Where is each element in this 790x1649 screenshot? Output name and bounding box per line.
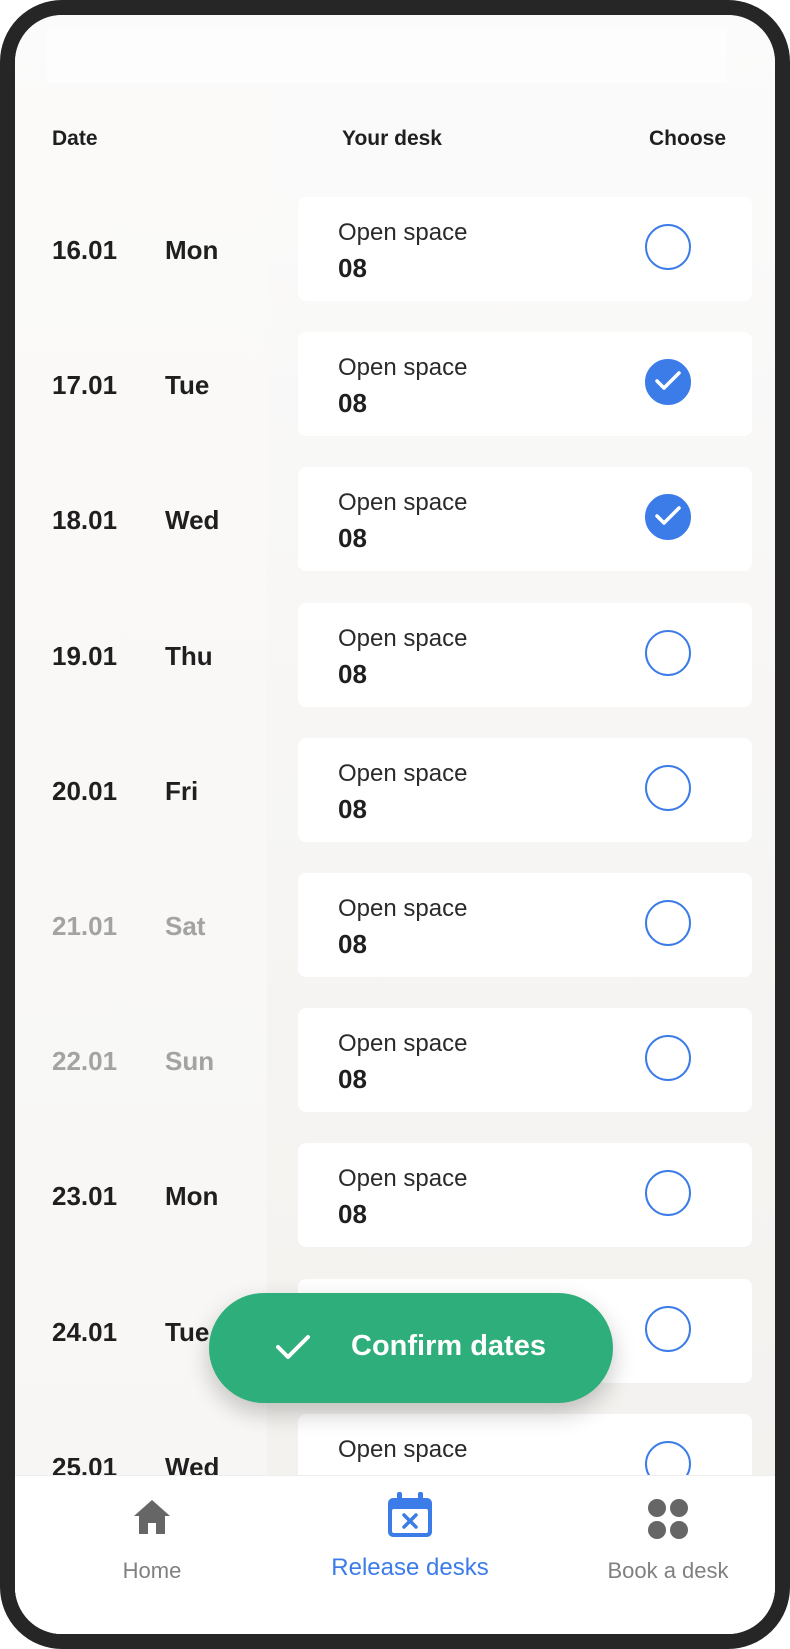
list-item: 21.01 Sat Open space 08: [15, 873, 775, 977]
confirm-dates-label: Confirm dates: [351, 1330, 546, 1362]
nav-book-a-desk[interactable]: Book a desk: [558, 1476, 775, 1634]
row-day: Fri: [165, 775, 199, 806]
checkmark-icon: [655, 506, 681, 526]
checkmark-icon: [275, 1333, 311, 1364]
screen: Date Your desk Choose 16.01 Mon Open space…: [15, 15, 775, 1634]
phone-frame: Date Your desk Choose 16.01 Mon Open space…: [0, 0, 790, 1649]
header-date: Date: [52, 127, 98, 150]
checkbox-unchecked[interactable]: [645, 764, 691, 811]
row-day: Wed: [165, 505, 220, 536]
date-column-background: [15, 85, 267, 1634]
row-day: Thu: [165, 640, 213, 671]
desk-number: 08: [338, 253, 367, 283]
desk-space-name: Open space: [338, 895, 468, 922]
nav-release-desks-label: Release desks: [331, 1554, 489, 1581]
checkbox-checked[interactable]: [645, 359, 691, 406]
row-date: 23.01: [52, 1181, 118, 1212]
desk-card[interactable]: Open space 08: [298, 1143, 752, 1248]
row-date: 21.01: [52, 911, 118, 941]
nav-book-a-desk-label: Book a desk: [607, 1558, 729, 1583]
nav-release-desks[interactable]: Release desks: [300, 1476, 520, 1634]
desk-space-name: Open space: [338, 1165, 468, 1193]
row-date: 18.01: [52, 505, 118, 536]
checkbox-unchecked[interactable]: [645, 224, 691, 270]
desk-space-name: Open space: [338, 624, 468, 652]
confirm-dates-button[interactable]: Confirm dates: [209, 1293, 613, 1403]
row-date: 20.01: [52, 775, 118, 806]
row-date: 22.01: [52, 1046, 118, 1077]
desk-card[interactable]: Open space 08: [298, 332, 752, 437]
table-header: Date Your desk Choose: [15, 127, 775, 157]
list-item: 20.01 Fri Open space 08: [15, 737, 775, 842]
nav-home-label: Home: [122, 1558, 182, 1583]
row-day: Sat: [165, 911, 206, 941]
desk-space-name: Open space: [338, 219, 468, 246]
row-date: 19.01: [52, 640, 118, 671]
list-item: 16.01 Mon Open space 08: [15, 197, 775, 301]
desk-number: 08: [338, 388, 367, 419]
checkbox-unchecked[interactable]: [645, 1170, 691, 1217]
grid-dots-icon: [647, 1498, 689, 1545]
row-day: Mon: [165, 1181, 219, 1212]
list-item: 19.01 Thu Open space 08: [15, 602, 775, 707]
desk-card[interactable]: Open space 08: [298, 467, 752, 572]
row-day: Tue: [165, 370, 210, 401]
list-item: 23.01 Mon Open space 08: [15, 1143, 775, 1248]
list-item: 17.01 Tue Open space 08: [15, 332, 775, 437]
row-date: 17.01: [52, 370, 118, 401]
nav-home[interactable]: Home: [42, 1476, 262, 1634]
desk-card[interactable]: Open space 08: [298, 602, 752, 707]
list-item: 22.01 Sun Open space 08: [15, 1008, 775, 1113]
checkbox-unchecked[interactable]: [645, 900, 691, 946]
desk-card[interactable]: Open space 08: [298, 1008, 752, 1113]
checkbox-unchecked[interactable]: [645, 629, 691, 676]
calendar-x-icon: [385, 1490, 435, 1545]
row-date: 24.01: [52, 1316, 118, 1347]
row-day: Sun: [165, 1046, 215, 1077]
top-strip: [47, 27, 727, 83]
home-icon: [132, 1498, 172, 1541]
desk-space-name: Open space: [338, 489, 468, 517]
bottom-navigation: Home Release desks Book a desk: [15, 1475, 775, 1634]
row-day: Mon: [165, 235, 219, 265]
checkbox-unchecked[interactable]: [645, 1035, 691, 1082]
desk-card[interactable]: Open space 08: [298, 873, 752, 977]
row-date: 16.01: [52, 235, 118, 265]
checkbox-unchecked[interactable]: [645, 1305, 691, 1352]
desk-number: 08: [338, 793, 367, 824]
desk-card[interactable]: Open space 08: [298, 197, 752, 301]
checkmark-icon: [655, 371, 681, 390]
row-day: Tue: [165, 1316, 210, 1347]
desk-number: 08: [338, 929, 367, 959]
desk-number: 08: [338, 658, 367, 689]
desk-space-name: Open space: [338, 1030, 468, 1058]
desk-number: 08: [338, 1199, 367, 1230]
desk-number: 08: [338, 1064, 367, 1095]
list-item: 18.01 Wed Open space 08: [15, 467, 775, 572]
desk-number: 08: [338, 523, 367, 554]
desk-space-name: Open space: [338, 759, 468, 787]
desk-card[interactable]: Open space 08: [298, 737, 752, 842]
header-choose: Choose: [649, 127, 727, 150]
desk-space-name: Open space: [338, 354, 468, 382]
checkbox-checked[interactable]: [645, 494, 691, 541]
header-desk: Your desk: [342, 127, 442, 150]
desk-space-name: Open space: [338, 1435, 468, 1463]
